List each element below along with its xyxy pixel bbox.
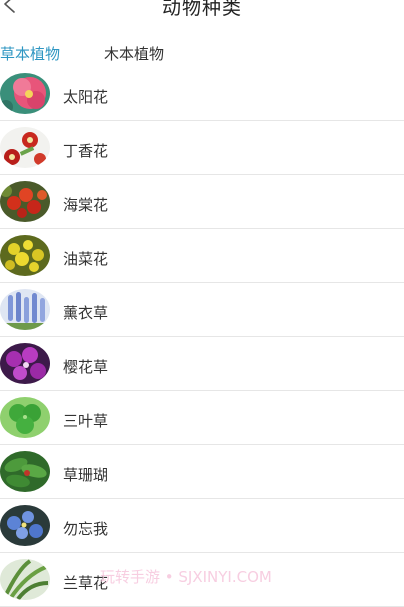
list-item[interactable]: 太阳花 bbox=[0, 67, 404, 121]
list-item[interactable]: 油菜花 bbox=[0, 229, 404, 283]
tab-herbaceous-plants[interactable]: 草本植物 bbox=[0, 43, 60, 64]
list-item[interactable]: 樱花草 bbox=[0, 337, 404, 391]
green-leaves-photo-icon bbox=[0, 451, 50, 492]
plant-name: 海棠花 bbox=[63, 196, 109, 214]
watermark: 玩转手游 • SJXINYI.COM bbox=[100, 568, 272, 586]
page-title: 动物种类 bbox=[161, 0, 242, 19]
list-item[interactable]: 丁香花 bbox=[0, 121, 404, 175]
list-item[interactable]: 三叶草 bbox=[0, 391, 404, 445]
plant-name: 薰衣草 bbox=[63, 304, 109, 322]
red-white-flower-photo-icon bbox=[0, 127, 50, 168]
plant-name: 樱花草 bbox=[63, 358, 109, 376]
tab-woody-plants[interactable]: 木本植物 bbox=[104, 43, 164, 64]
blue-flower-photo-icon bbox=[0, 505, 50, 546]
pink-flower-photo-icon bbox=[0, 73, 50, 114]
plant-name: 草珊瑚 bbox=[63, 466, 109, 484]
plant-name: 勿忘我 bbox=[63, 520, 109, 538]
plant-name: 三叶草 bbox=[63, 412, 109, 430]
top-bar: 动物种类 bbox=[0, 0, 404, 36]
plant-list: 太阳花 丁香花 海棠花 油菜花 薰衣草 樱花草 三叶草 草珊瑚 勿忘我 兰草花 bbox=[0, 67, 404, 607]
red-fruit-photo-icon bbox=[0, 181, 50, 222]
plant-name: 太阳花 bbox=[63, 88, 109, 106]
list-item[interactable]: 海棠花 bbox=[0, 175, 404, 229]
plant-name: 丁香花 bbox=[63, 142, 109, 160]
yellow-flower-photo-icon bbox=[0, 235, 50, 276]
plant-name: 油菜花 bbox=[63, 250, 109, 268]
lavender-photo-icon bbox=[0, 289, 50, 330]
category-tabs: 草本植物 木本植物 bbox=[0, 40, 404, 68]
list-item[interactable]: 草珊瑚 bbox=[0, 445, 404, 499]
list-item[interactable]: 勿忘我 bbox=[0, 499, 404, 553]
orchid-leaves-photo-icon bbox=[0, 559, 50, 600]
purple-flower-photo-icon bbox=[0, 343, 50, 384]
clover-photo-icon bbox=[0, 397, 50, 438]
list-item[interactable]: 薰衣草 bbox=[0, 283, 404, 337]
